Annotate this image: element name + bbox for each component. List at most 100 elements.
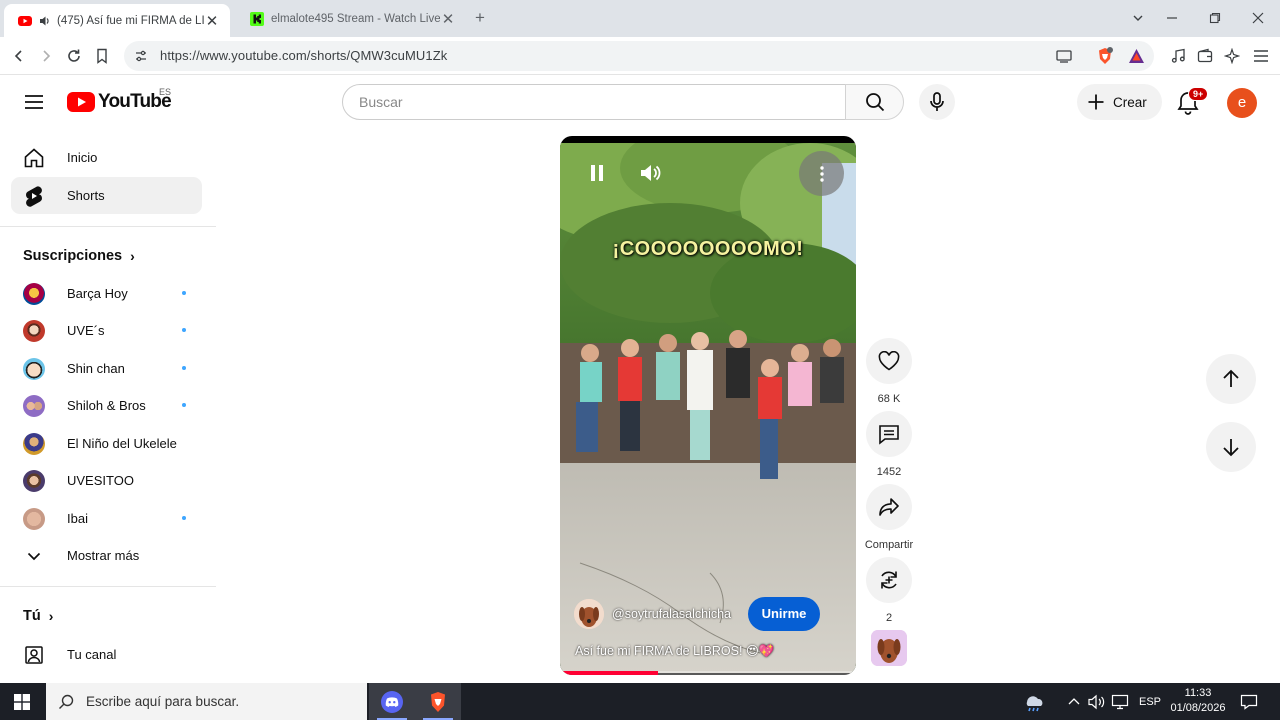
back-icon[interactable] bbox=[8, 45, 30, 67]
tab-close-icon[interactable]: ✕ bbox=[440, 11, 456, 28]
sidebar-item-inicio[interactable]: Inicio bbox=[11, 139, 202, 176]
channel-handle[interactable]: @soytrufalasalchicha bbox=[612, 607, 731, 621]
notification-center-icon[interactable] bbox=[1240, 683, 1258, 720]
minimize-icon[interactable] bbox=[1159, 6, 1185, 30]
sidebar-item-shorts[interactable]: Shorts bbox=[11, 177, 202, 214]
sidebar-item-subscription[interactable]: UVESITOO bbox=[11, 462, 202, 499]
join-button[interactable]: Unirme bbox=[748, 597, 820, 631]
search-icon bbox=[59, 694, 74, 709]
browser-menu-icon[interactable] bbox=[1251, 46, 1271, 66]
address-bar[interactable]: https://www.youtube.com/shorts/QMW3cuMU1… bbox=[124, 41, 1154, 71]
pause-icon[interactable] bbox=[586, 162, 608, 184]
previous-short-button[interactable] bbox=[1206, 354, 1256, 404]
volume-tray-icon[interactable] bbox=[1088, 683, 1106, 720]
tab-kick[interactable]: elmalote495 Stream - Watch Live on Kick … bbox=[236, 3, 466, 34]
search-icon bbox=[865, 93, 884, 112]
sidebar-divider bbox=[0, 586, 216, 587]
sidebar-item-subscription[interactable]: El Niño del Ukelele bbox=[11, 425, 202, 462]
share-button[interactable] bbox=[866, 484, 912, 530]
media-music-icon[interactable] bbox=[1168, 46, 1188, 66]
sidebar-item-subscription[interactable]: Barça Hoy bbox=[11, 275, 202, 312]
more-options-button[interactable] bbox=[799, 151, 844, 196]
search-input[interactable]: Buscar bbox=[342, 84, 846, 120]
forward-icon[interactable] bbox=[35, 45, 57, 67]
cast-icon[interactable] bbox=[1056, 49, 1072, 63]
windows-logo-icon bbox=[14, 693, 30, 710]
speaker-icon[interactable] bbox=[39, 15, 51, 27]
shorts-player[interactable]: ¡COOOOOOOOMO! @soytrufalasalchicha Unirm… bbox=[560, 136, 856, 675]
search-button[interactable] bbox=[845, 84, 904, 120]
volume-icon[interactable] bbox=[638, 161, 662, 185]
tab-search-chevron-icon[interactable] bbox=[1125, 6, 1151, 30]
chevron-right-icon: › bbox=[48, 608, 54, 624]
system-clock[interactable]: 11:33 01/08/2026 bbox=[1166, 686, 1230, 716]
account-avatar[interactable]: e bbox=[1227, 88, 1257, 118]
shorts-icon bbox=[23, 185, 45, 207]
restore-icon[interactable] bbox=[1202, 6, 1228, 30]
tab-close-icon[interactable]: ✕ bbox=[204, 13, 220, 30]
subscriptions-heading[interactable]: Suscripciones › bbox=[23, 248, 135, 264]
taskbar-brave[interactable] bbox=[415, 683, 461, 720]
tab-youtube[interactable]: (475) Así fue mi FIRMA de LIBROS! ✕ bbox=[4, 4, 230, 37]
sidebar: Inicio Shorts Suscripciones › Barça Hoy … bbox=[0, 138, 216, 683]
voice-search-button[interactable] bbox=[919, 84, 955, 120]
clock-time: 11:33 bbox=[1184, 687, 1212, 699]
like-button[interactable] bbox=[866, 338, 912, 384]
sound-thumbnail[interactable] bbox=[871, 630, 907, 666]
browser-toolbar: https://www.youtube.com/shorts/QMW3cuMU1… bbox=[0, 37, 1280, 75]
brave-rewards-icon[interactable] bbox=[1128, 48, 1145, 64]
taskbar-search[interactable]: Escribe aquí para buscar. bbox=[46, 683, 367, 720]
new-content-dot bbox=[182, 328, 186, 332]
sidebar-divider bbox=[0, 226, 216, 227]
subscription-name: UVE´s bbox=[67, 323, 105, 338]
create-button[interactable]: Crear bbox=[1077, 84, 1162, 120]
share-action: Compartir bbox=[865, 484, 913, 551]
leo-ai-icon[interactable] bbox=[1222, 46, 1242, 66]
site-settings-icon[interactable] bbox=[134, 49, 148, 63]
input-language[interactable]: ESP bbox=[1139, 683, 1161, 720]
sidebar-item-your-channel[interactable]: Tu canal bbox=[11, 636, 202, 673]
youtube-logo[interactable]: YouTube ES bbox=[67, 87, 172, 113]
comment-button[interactable] bbox=[866, 411, 912, 457]
notifications-badge: 9+ bbox=[1188, 87, 1209, 101]
sidebar-item-subscription[interactable]: Ibai bbox=[11, 500, 202, 537]
video-overlay-text: ¡COOOOOOOOMO! bbox=[612, 238, 804, 260]
like-action: 68 K bbox=[866, 338, 912, 405]
show-more-button[interactable]: Mostrar más bbox=[11, 537, 202, 574]
brave-shields-icon[interactable] bbox=[1096, 47, 1114, 65]
youtube-header: YouTube ES Buscar Crear 9+ e bbox=[0, 76, 1280, 128]
start-button[interactable] bbox=[0, 683, 44, 720]
network-icon[interactable] bbox=[1111, 683, 1129, 720]
new-tab-button[interactable]: + bbox=[470, 8, 490, 28]
wallet-icon[interactable] bbox=[1195, 46, 1215, 66]
comment-count: 1452 bbox=[876, 466, 902, 478]
sidebar-item-subscription[interactable]: Shin chan bbox=[11, 350, 202, 387]
show-hidden-icons-chevron-icon[interactable] bbox=[1068, 683, 1080, 720]
brave-browser-icon bbox=[431, 691, 445, 712]
sidebar-item-subscription[interactable]: UVE´s bbox=[11, 312, 202, 349]
short-channel[interactable]: @soytrufalasalchicha bbox=[574, 599, 731, 629]
taskbar-discord[interactable] bbox=[369, 683, 415, 720]
progress-bar[interactable] bbox=[560, 671, 856, 675]
subscription-name: Shin chan bbox=[67, 361, 125, 376]
you-heading[interactable]: Tú › bbox=[23, 608, 53, 624]
arrow-up-icon bbox=[1223, 369, 1239, 387]
show-more-label: Mostrar más bbox=[67, 548, 140, 563]
bookmark-icon[interactable] bbox=[91, 45, 113, 67]
channel-avatar bbox=[23, 394, 45, 417]
channel-avatar[interactable] bbox=[574, 599, 604, 629]
notifications-button[interactable]: 9+ bbox=[1175, 87, 1209, 116]
windows-taskbar: Escribe aquí para buscar. ESP 11:33 01/0… bbox=[0, 683, 1280, 720]
more-vertical-icon bbox=[819, 165, 824, 182]
hamburger-menu-icon[interactable] bbox=[22, 90, 46, 114]
chevron-down-icon bbox=[23, 545, 45, 567]
next-short-button[interactable] bbox=[1206, 422, 1256, 472]
reload-icon[interactable] bbox=[63, 45, 85, 67]
weather-icon[interactable] bbox=[1022, 683, 1046, 720]
subscription-name: UVESITOO bbox=[67, 473, 134, 488]
channel-avatar bbox=[23, 282, 45, 305]
channel-avatar bbox=[23, 357, 45, 380]
sidebar-item-subscription[interactable]: Shiloh & Bros bbox=[11, 387, 202, 424]
remix-button[interactable] bbox=[866, 557, 912, 603]
close-window-icon[interactable] bbox=[1245, 6, 1271, 30]
